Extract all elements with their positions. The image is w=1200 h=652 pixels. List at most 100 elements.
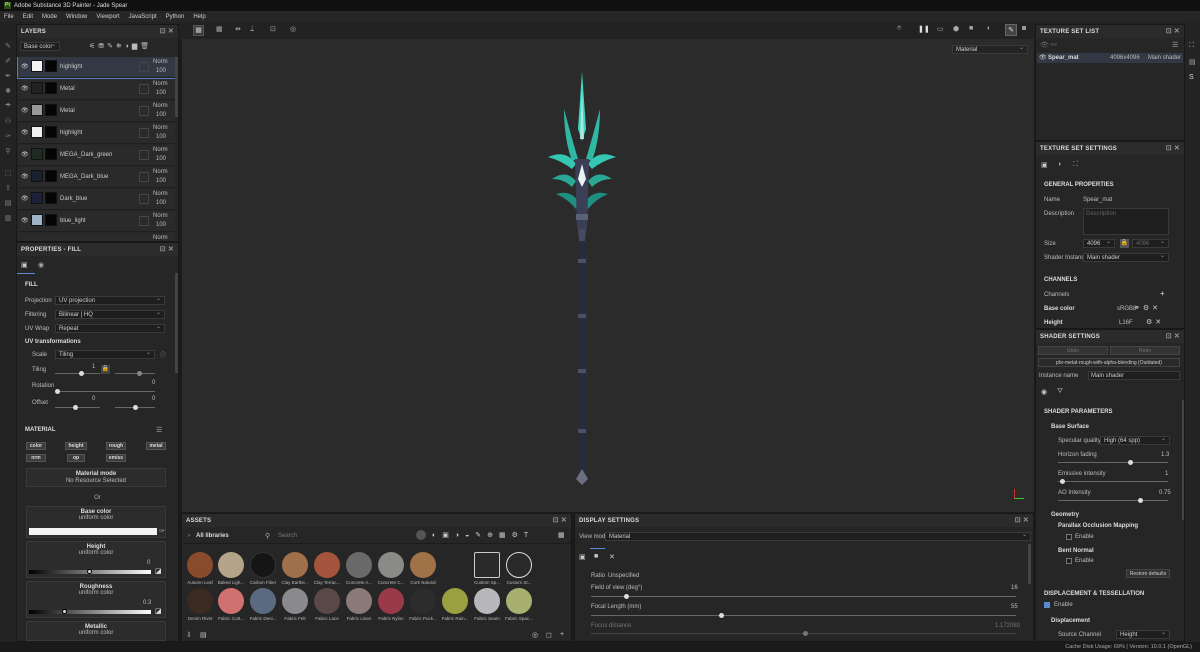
layer-row[interactable]: 👁 MEGA_Dark_blue Norm 100 [18,167,175,188]
slider-knob[interactable] [87,569,92,574]
layer-tools-icons[interactable]: ⚟⛃✎⛯◑▆🗑 [89,42,152,51]
offset-v-value[interactable]: 0 [152,396,155,402]
list-icon[interactable]: ☰ [1172,41,1178,49]
filtering-dropdown[interactable]: Bilinear | HQ [55,309,165,319]
blend-mode[interactable]: Norm [153,191,168,197]
blend-mode[interactable]: Norm [153,213,168,219]
scale-dropdown[interactable]: Tiling [55,349,155,359]
mask-thumbnail[interactable] [45,214,57,226]
layer-row[interactable]: 👁 highlight Norm 100 [18,123,175,144]
eye-icon[interactable]: 👁 [21,173,29,180]
shader-alt-tab-icon[interactable]: ⛛ [1057,388,1063,396]
panel-controls-icon[interactable]: ⊡ ✕ [553,516,567,524]
color-mode-icon[interactable]: ◪ [155,607,162,615]
layer-select-box[interactable] [139,84,149,94]
ratio-value[interactable]: Unspecified [608,573,639,579]
asset-thumbnail[interactable] [410,552,436,578]
layer-select-box[interactable] [139,62,149,72]
panel-controls-icon[interactable]: ⊡ ✕ [160,27,174,35]
mask-thumbnail[interactable] [45,126,57,138]
lock-icon[interactable]: 🔒 [101,365,110,374]
align-icon[interactable]: ⍊ [250,25,254,33]
add-channel-icon[interactable]: + [1160,289,1165,298]
add-icon[interactable]: ⊡ [270,25,276,33]
mask-thumbnail[interactable] [45,60,57,72]
blend-mode[interactable]: Norm [153,59,168,65]
menu-edit[interactable]: Edit [23,14,33,20]
channel-actions-icons[interactable]: ⚭⚙✕ [1134,304,1161,312]
undo-button[interactable]: Undo [1038,346,1108,355]
panel-controls-icon[interactable]: ⊡ ✕ [1166,332,1180,340]
eye-icon[interactable]: 👁 [21,217,29,224]
info-icon[interactable]: ⓘ [160,350,166,359]
menu-python[interactable]: Python [166,14,185,20]
history-icon[interactable]: ⛶ [1189,42,1194,50]
panel-controls-icon[interactable]: ⊡ ✕ [1166,27,1180,35]
slider-knob[interactable] [55,389,60,394]
slider-knob[interactable] [719,613,724,618]
spear-model[interactable] [542,69,622,489]
new-folder-icon[interactable]: ◻ [546,631,552,639]
uv-tab-icon[interactable]: ⛶ [1073,161,1078,169]
asset-thumbnail[interactable] [378,588,404,614]
picker-icon[interactable]: ✑ [159,527,165,535]
tiling-value[interactable]: 1 [92,364,95,370]
fill-tab-icon[interactable]: ▣ [21,261,28,269]
channel-format[interactable]: L16F [1119,320,1133,326]
properties-scrollbar[interactable] [175,273,178,373]
slider-knob[interactable] [624,594,629,599]
offset-v-slider[interactable] [115,405,155,410]
slider-knob[interactable] [803,631,808,636]
menu-viewport[interactable]: Viewport [96,14,119,20]
pause-icon[interactable]: ❚❚ [918,25,930,33]
menu-mode[interactable]: Mode [42,14,57,20]
bent-normal-enable-checkbox[interactable] [1066,558,1072,564]
size-v-dropdown[interactable]: 4096 [1132,238,1169,248]
asset-thumbnail[interactable] [346,552,372,578]
roughness-slider[interactable] [29,610,151,614]
channel-base-color[interactable]: Base color [1044,306,1075,312]
asset-thumbnail[interactable] [346,588,372,614]
shelf-icon[interactable]: ▤ [4,200,12,208]
mesh-tab-icon[interactable]: ◑ [1057,161,1061,168]
layer-select-box[interactable] [139,172,149,182]
refresh-icon[interactable]: ◎ [532,631,538,639]
export-icon[interactable]: ⇪ [4,185,12,193]
layer-select-box[interactable] [139,106,149,116]
menu-file[interactable]: File [4,14,14,20]
displacement-title[interactable]: Displacement [1051,618,1090,624]
menu-javascript[interactable]: JavaScript [129,14,157,20]
shader-tab-icon[interactable]: ◉ [1041,388,1047,396]
focal-value[interactable]: 55 [1011,604,1018,610]
tiling-slider[interactable] [55,371,100,376]
panel-controls-icon[interactable]: ⊡ ✕ [1015,516,1029,524]
channel-dropdown[interactable]: Base color [20,41,60,51]
metal-tag[interactable]: metal [146,442,166,450]
asset-thumbnail[interactable] [282,552,308,578]
slider-knob[interactable] [133,405,138,410]
texture-set-row[interactable]: 👁 Spear_mat 4096x4096 Main shader [1037,53,1183,63]
base-color-swatch[interactable] [29,528,157,535]
source-channel-dropdown[interactable]: Height [1116,629,1170,639]
screenshot-icon[interactable]: ◙ [1022,25,1026,32]
height-card[interactable]: Height uniform color 0 ◪ [26,541,166,578]
opacity[interactable]: 100 [156,90,166,96]
channel-actions-icons[interactable]: ⚙✕ [1146,318,1164,326]
rotation-value[interactable]: 0 [152,380,155,386]
blend-mode[interactable]: Norm [153,81,168,87]
visibility-icon[interactable]: 👁 ⚯ [1040,41,1057,49]
camera-icon[interactable]: ■ [969,25,973,32]
library-icon[interactable]: ▤ [200,631,207,639]
asset-thumbnail[interactable] [282,588,308,614]
viewmode-dropdown[interactable]: Material [605,531,1031,541]
eye-icon[interactable]: 👁 [1039,54,1047,61]
opacity[interactable]: 100 [156,112,166,118]
panel-controls-icon[interactable]: ⊡ ✕ [160,245,174,253]
mask-thumbnail[interactable] [45,82,57,94]
blend-mode[interactable]: Norm [153,103,168,109]
roughness-card[interactable]: Roughness uniform color 0.3 ◪ [26,581,166,618]
projection-icon[interactable]: ✒ [4,73,12,81]
panel-controls-icon[interactable]: ⊡ ✕ [1166,144,1180,152]
layer-row[interactable]: 👁 Metal Norm 100 [18,79,175,100]
nrm-tag[interactable]: nrm [26,454,46,462]
